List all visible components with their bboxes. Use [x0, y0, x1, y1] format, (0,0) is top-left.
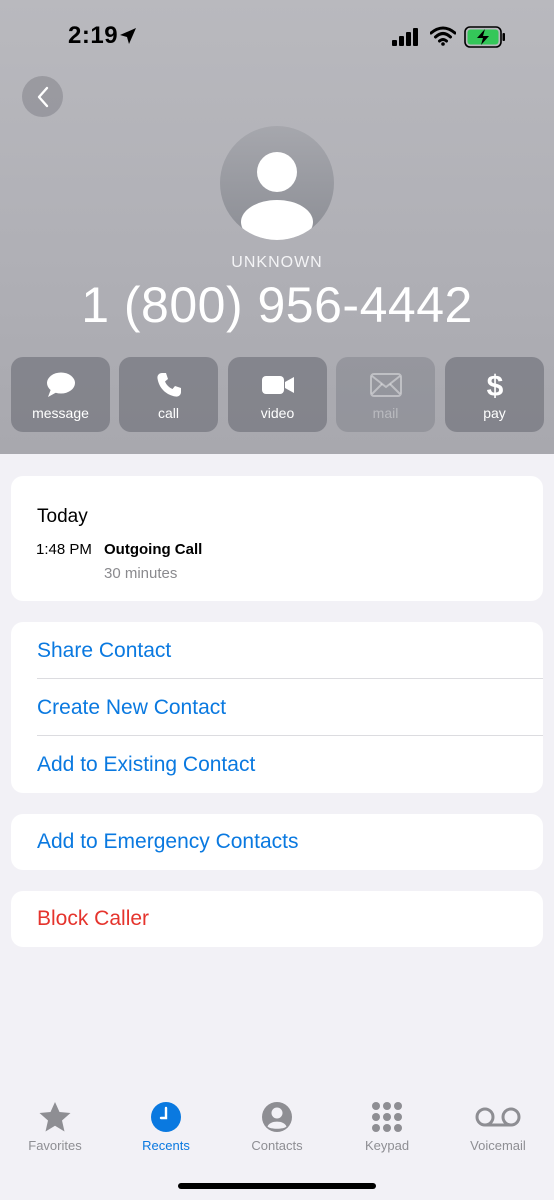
quick-actions: message call video mail $ pay — [11, 357, 544, 432]
svg-text:$: $ — [486, 370, 503, 401]
tab-favorites-label: Favorites — [28, 1138, 82, 1153]
tab-keypad[interactable]: Keypad — [332, 1100, 442, 1166]
tab-favorites[interactable]: Favorites — [0, 1100, 110, 1166]
video-icon — [261, 376, 294, 394]
recent-day-label: Today — [37, 506, 88, 527]
dollar-icon: $ — [486, 370, 503, 401]
call-type: Outgoing Call — [104, 541, 203, 558]
phone-number: 1 (800) 956-4442 — [81, 277, 473, 333]
create-new-contact-button[interactable]: Create New Contact — [11, 679, 543, 736]
wifi-icon — [430, 26, 456, 46]
home-indicator[interactable] — [178, 1183, 376, 1189]
tab-keypad-label: Keypad — [364, 1138, 410, 1153]
contact-actions-card: Share Contact Create New Contact Add to … — [11, 622, 543, 793]
call-duration: 30 minutes — [104, 565, 178, 582]
call-button[interactable]: call — [119, 357, 218, 432]
pay-button[interactable]: $ pay — [445, 357, 544, 432]
star-icon — [39, 1102, 71, 1132]
block-card: Block Caller — [11, 891, 543, 947]
tab-voicemail-label: Voicemail — [470, 1138, 526, 1153]
voicemail-icon — [475, 1107, 521, 1127]
mail-label: mail — [372, 405, 399, 421]
recent-calls-card: Today 1:48 PM Outgoing Call 30 minutes — [11, 476, 543, 601]
phone-icon — [156, 373, 181, 397]
tab-recents-label: Recents — [142, 1138, 190, 1153]
message-button[interactable]: message — [11, 357, 110, 432]
tab-recents[interactable]: Recents — [111, 1100, 221, 1166]
contact-avatar — [220, 126, 334, 240]
cellular-signal-icon — [392, 28, 418, 46]
contact-header: 2:19 UNKNOWN 1 (800) 956-4442 message ca… — [0, 0, 554, 454]
caller-label: UNKNOWN — [231, 254, 323, 271]
video-label: video — [260, 405, 295, 421]
person-silhouette-icon — [241, 152, 313, 240]
chevron-left-icon — [37, 86, 48, 107]
call-time: 1:48 PM — [36, 541, 92, 558]
message-label: message — [32, 405, 89, 421]
mail-icon — [369, 373, 402, 397]
message-icon — [46, 372, 75, 397]
clock-icon — [151, 1102, 181, 1132]
tab-voicemail[interactable]: Voicemail — [443, 1100, 553, 1166]
mail-button[interactable]: mail — [336, 357, 435, 432]
back-button[interactable] — [22, 76, 63, 117]
battery-charging-icon — [464, 26, 505, 48]
status-bar: 2:19 — [0, 0, 554, 76]
video-button[interactable]: video — [228, 357, 327, 432]
add-to-emergency-contacts-button[interactable]: Add to Emergency Contacts — [11, 814, 543, 870]
pay-label: pay — [483, 405, 506, 421]
location-arrow-icon — [120, 28, 136, 44]
block-caller-button[interactable]: Block Caller — [11, 891, 543, 947]
status-time: 2:19 — [68, 22, 119, 49]
call-label: call — [157, 405, 179, 421]
person-circle-icon — [262, 1102, 292, 1132]
share-contact-button[interactable]: Share Contact — [11, 622, 543, 679]
tab-contacts-label: Contacts — [251, 1138, 303, 1153]
tab-contacts[interactable]: Contacts — [222, 1100, 332, 1166]
emergency-card: Add to Emergency Contacts — [11, 814, 543, 870]
add-to-existing-contact-button[interactable]: Add to Existing Contact — [11, 736, 543, 793]
keypad-icon — [372, 1102, 402, 1132]
